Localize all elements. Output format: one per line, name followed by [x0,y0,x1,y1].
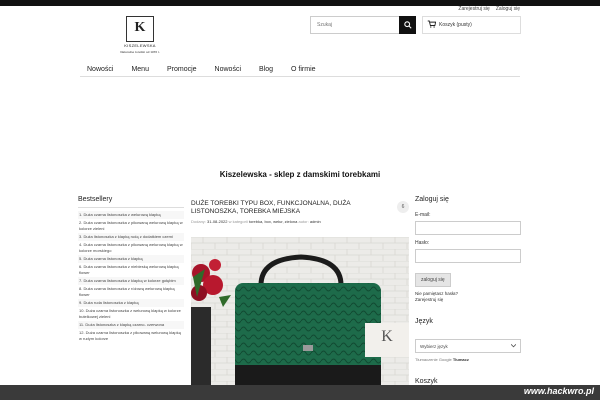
post-meta-author-label: autor: [298,219,309,224]
account-links: Zarejestruj się Zaloguj się [458,6,520,12]
language-select-value: Wybierz język [420,343,448,349]
bestseller-item[interactable]: 12. Duża czarna listonoszka z pikowaną w… [78,329,184,343]
nav-item-o-firmie[interactable]: O firmie [282,63,325,77]
logo-emblem: K [126,16,154,42]
password-field[interactable] [415,249,521,263]
bestseller-item[interactable]: 9. Duża ruda listonoszka z klapką [78,299,184,307]
watermark: www.hackwro.pl [523,386,594,396]
basket-icon [427,20,437,30]
translate-suffix: Tłumacz [452,357,469,362]
watermark-bar [0,385,600,400]
login-panel: Zaloguj się E-mail: Hasło: zaloguj się N… [415,196,521,303]
post-tags[interactable]: torebka, box, wełur, zielona [249,219,297,224]
bestsellers-panel: Bestsellery 1. Duża czarna listonoszka z… [78,196,184,343]
post-image[interactable]: K [191,237,409,400]
password-label: Hasło: [415,240,430,246]
chevron-down-icon [510,343,517,349]
nav-item-menu[interactable]: Menu [122,63,158,77]
translate-brand: Google [438,357,452,362]
bestseller-item[interactable]: 10. Duża czarna listonoszka z welurową k… [78,307,184,321]
post-meta-added-label: Dodany: [191,219,206,224]
svg-text:K: K [381,328,393,345]
nav-item-blog[interactable]: Blog [250,63,282,77]
bestsellers-title: Bestsellery [78,196,184,208]
logo-tagline: Naturalne torebki od 1976 r. [120,50,160,54]
login-button[interactable]: zaloguj się [415,273,451,287]
bestseller-item[interactable]: 11. Duża listonoszka z klapką czarno- cz… [78,321,184,329]
nav-item-promocje[interactable]: Promocje [158,63,206,77]
logo-letter: K [134,20,146,35]
post-meta-tags-label: w kategorii [228,219,248,224]
blog-post: Duże torebki typu box, funkcjonalna, duż… [191,200,409,400]
register-link-sidebar[interactable]: Zarejestruj się [415,297,521,303]
cart-label: Koszyk (pusty) [439,22,472,28]
register-link[interactable]: Zarejestruj się [458,6,489,12]
nav-item-nowosci[interactable]: Nowości [80,63,122,77]
hero-title: Kiszelewska - sklep z damskimi torebkami [219,170,381,179]
email-label: E-mail: [415,212,431,218]
cart-button[interactable]: Koszyk (pusty) [422,16,521,34]
comment-count-badge[interactable]: 6 [397,201,409,213]
bestseller-item[interactable]: 3. Duża listonoszka z klapką rudą z doda… [78,233,184,241]
search-input[interactable] [310,16,399,34]
bestsellers-list: 1. Duża czarna listonoszka z welurową kl… [78,211,184,343]
login-link[interactable]: Zaloguj się [496,6,520,12]
google-translate-credit[interactable]: Tłumaczenie Google Tłumacz [415,357,521,362]
bestseller-item[interactable]: 5. Duża czarna listonoszka z klapką [78,255,184,263]
translate-prefix: Tłumaczenie [415,357,438,362]
logo-brand: KISZELEWSKA [124,43,156,48]
bestseller-item[interactable]: 8. Duża czarna listonoszka z różową welu… [78,285,184,299]
post-date: 31-08-2022 [207,219,228,224]
bestseller-item[interactable]: 2. Duża czarna listonoszka z pikowaną we… [78,219,184,233]
search-icon [403,16,412,34]
bestseller-item[interactable]: 1. Duża czarna listonoszka z welurową kl… [78,211,184,219]
basket-title: Koszyk [415,378,438,385]
bestseller-item[interactable]: 4. Duża czarna listonoszka z pikowaną we… [78,241,184,255]
post-title[interactable]: Duże torebki typu box, funkcjonalna, duż… [191,200,391,216]
main-nav: Nowości Menu Promocje Nowości Blog O fir… [80,63,520,77]
language-title: Język [415,318,433,325]
bestseller-item[interactable]: 6. Duża czarna listonoszka z niebieską w… [78,263,184,277]
search-button[interactable] [399,16,416,34]
post-author[interactable]: admin [310,219,321,224]
search-bar [310,16,416,34]
nav-item-nowosci-2[interactable]: Nowości [206,63,250,77]
post-meta: Dodany: 31-08-2022 w kategorii torebka, … [191,219,409,224]
site-logo[interactable]: K KISZELEWSKA Naturalne torebki od 1976 … [118,16,162,56]
language-select[interactable]: Wybierz język [415,339,521,353]
login-title: Zaloguj się [415,196,449,203]
email-field[interactable] [415,221,521,235]
bestseller-item[interactable]: 7. Duża czarna listonoszka z klapką w ko… [78,277,184,285]
language-panel: Język Wybierz język Tłumaczenie Google T… [415,318,521,362]
